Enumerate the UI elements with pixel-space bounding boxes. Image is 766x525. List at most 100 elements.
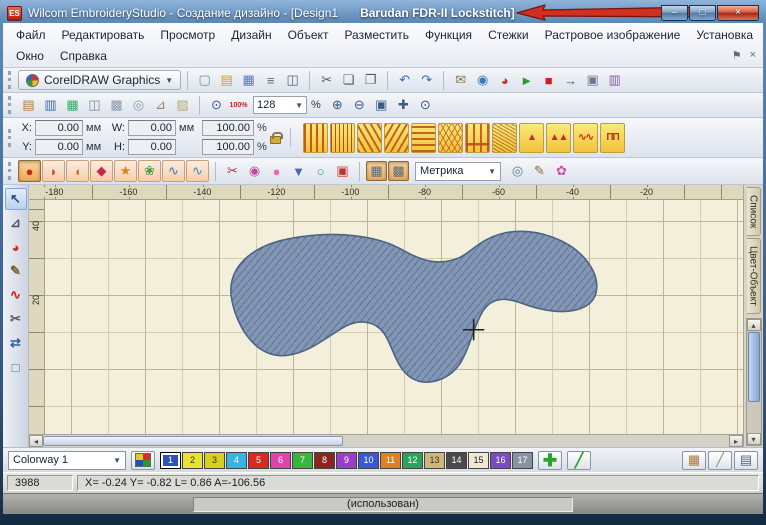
menu-item[interactable]: Функция: [417, 26, 480, 44]
mirror-tool[interactable]: ⇄: [5, 332, 27, 354]
scroll-right-button[interactable]: ▸: [729, 435, 743, 447]
run-stitch-icon[interactable]: [303, 123, 328, 153]
scale-width-input[interactable]: 100.00: [202, 120, 254, 136]
color-swatch[interactable]: 15: [468, 452, 489, 469]
shapes-tool[interactable]: □: [5, 356, 27, 378]
flower-icon[interactable]: ✿: [551, 161, 572, 181]
insert-letter-icon[interactable]: ✉: [450, 70, 471, 90]
cycle-colors-button[interactable]: ╱: [567, 451, 591, 470]
scroll-down-button[interactable]: ▾: [747, 433, 761, 445]
color-swatch[interactable]: 4: [226, 452, 247, 469]
color-swatch[interactable]: 12: [402, 452, 423, 469]
open-design-icon[interactable]: ▤: [216, 70, 237, 90]
triple-run-icon[interactable]: [330, 123, 355, 153]
scroll-left-button[interactable]: ◂: [29, 435, 43, 447]
background-color-icon[interactable]: ▨: [172, 95, 193, 115]
tab-spisok[interactable]: Список: [747, 187, 761, 236]
pan-icon[interactable]: ✚: [393, 95, 414, 115]
color-swatch[interactable]: 16: [490, 452, 511, 469]
undo-icon[interactable]: ↶: [394, 70, 415, 90]
zoom-out-icon[interactable]: ⊖: [349, 95, 370, 115]
menu-item[interactable]: Объект: [280, 26, 337, 44]
color-swatch[interactable]: 17: [512, 452, 533, 469]
trim-scissors-icon[interactable]: ✂: [222, 161, 243, 181]
hoop-toggle-icon[interactable]: ◎: [128, 95, 149, 115]
send-to-machine-icon[interactable]: →: [560, 70, 581, 90]
scale-height-input[interactable]: 100.00: [202, 139, 254, 155]
design-properties-icon[interactable]: ◉: [472, 70, 493, 90]
scrollbar-thumb[interactable]: [43, 436, 343, 446]
zoom-100-icon[interactable]: 100%: [228, 95, 249, 115]
show-hoop-icon[interactable]: ◎: [507, 161, 528, 181]
stitch-player-icon[interactable]: ►: [516, 70, 537, 90]
satin-fill-icon[interactable]: ●: [18, 160, 41, 182]
design-overview-icon[interactable]: ◫: [84, 95, 105, 115]
toolbar-grip[interactable]: [8, 96, 12, 114]
color-swatch[interactable]: 13: [424, 452, 445, 469]
color-swatch[interactable]: 8: [314, 452, 335, 469]
add-color-button[interactable]: ✚: [538, 451, 562, 470]
hoop-ellipse-icon[interactable]: ○: [310, 161, 331, 181]
snap-grid-icon[interactable]: ▩: [388, 161, 409, 181]
ruler-icon[interactable]: ⊿: [150, 95, 171, 115]
menu-item[interactable]: Установка: [688, 26, 761, 44]
motif-run-icon[interactable]: ▲: [519, 123, 544, 153]
stipple-stitch-icon[interactable]: ПП: [600, 123, 625, 153]
menu-item[interactable]: Редактировать: [54, 26, 153, 44]
grid-toggle-icon[interactable]: ▩: [106, 95, 127, 115]
lock-aspect-icon[interactable]: [270, 136, 281, 144]
stop-icon[interactable]: ■: [538, 70, 559, 90]
color-swatch[interactable]: 10: [358, 452, 379, 469]
embroidery-object[interactable]: [45, 200, 743, 434]
coreldraw-graphics-button[interactable]: CorelDRAW Graphics ▼: [18, 70, 181, 90]
digitize-icon[interactable]: ✎: [529, 161, 550, 181]
tab-color-object[interactable]: Цвет-Объект: [747, 238, 761, 314]
print-preview-icon[interactable]: ◫: [282, 70, 303, 90]
thread-chart-icon[interactable]: ▥: [40, 95, 61, 115]
menu-item[interactable]: Просмотр: [152, 26, 223, 44]
height-input[interactable]: 0.00: [128, 139, 176, 155]
zigzag-stitch-icon[interactable]: [438, 123, 463, 153]
garment-icon[interactable]: ▼: [288, 161, 309, 181]
menubar-close-icon[interactable]: ×: [750, 49, 756, 62]
queue-icon[interactable]: ▥: [604, 70, 625, 90]
toolbar-grip[interactable]: [8, 71, 12, 89]
pin-icon[interactable]: ⚑: [732, 49, 742, 62]
design-canvas[interactable]: [45, 200, 743, 434]
zoom-level-input[interactable]: 128 ▼: [253, 96, 307, 114]
contour-fill-icon[interactable]: ◆: [90, 160, 113, 182]
x-input[interactable]: 0.00: [35, 120, 83, 136]
color-swatch[interactable]: 2: [182, 452, 203, 469]
branch-motif-icon[interactable]: ❀: [138, 160, 161, 182]
select-tool[interactable]: ↖: [5, 188, 27, 210]
colorway-bar-icon[interactable]: ▤: [18, 95, 39, 115]
fish-motif-icon[interactable]: ∿: [162, 160, 185, 182]
new-design-icon[interactable]: ▢: [194, 70, 215, 90]
mixing-palette-button[interactable]: ▦: [682, 451, 706, 470]
wave-stitch-icon[interactable]: ∿∿: [573, 123, 598, 153]
no-color-button[interactable]: ╱: [708, 451, 732, 470]
units-select[interactable]: Метрика ▼: [415, 162, 501, 181]
close-button[interactable]: ×: [717, 5, 759, 21]
color-swatch[interactable]: 11: [380, 452, 401, 469]
menu-item[interactable]: Разместить: [336, 26, 417, 44]
color-swatch[interactable]: 3: [204, 452, 225, 469]
vertical-scrollbar[interactable]: ▴ ▾: [746, 318, 762, 446]
color-object-list-icon[interactable]: ▦: [62, 95, 83, 115]
overlap-objects-icon[interactable]: ▣: [332, 161, 353, 181]
tatami-stitch-icon[interactable]: [492, 123, 517, 153]
e-stitch-icon[interactable]: [465, 123, 490, 153]
pink-ball-icon[interactable]: ●: [266, 161, 287, 181]
color-swatch[interactable]: 14: [446, 452, 467, 469]
machine-manager-icon[interactable]: ▣: [582, 70, 603, 90]
show-grid-icon[interactable]: ▦: [366, 161, 387, 181]
motif-fill-icon[interactable]: ◖: [66, 160, 89, 182]
knife-tool[interactable]: ✂: [5, 308, 27, 330]
color-swatch[interactable]: 9: [336, 452, 357, 469]
satin-stitch-icon[interactable]: [411, 123, 436, 153]
maximize-button[interactable]: □: [689, 5, 716, 21]
save-design-icon[interactable]: ▦: [238, 70, 259, 90]
print-icon[interactable]: ≡: [260, 70, 281, 90]
menu-item[interactable]: Стежки: [480, 26, 537, 44]
star-fill-icon[interactable]: ★: [114, 160, 137, 182]
